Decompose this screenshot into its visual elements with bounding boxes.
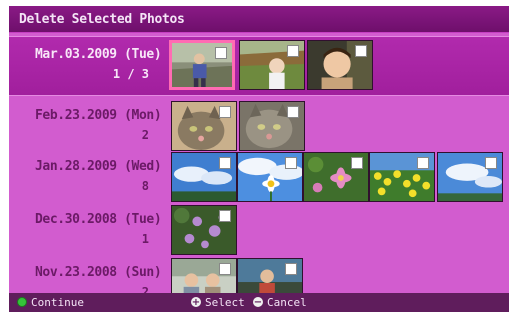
photo-thumbnail-child-blue-jacket[interactable] (169, 40, 235, 90)
select-checkbox[interactable] (215, 47, 227, 59)
select-hint[interactable]: Select (191, 293, 245, 312)
select-checkbox[interactable] (287, 45, 299, 57)
row-date: Dec.30.2008 (Tue) (35, 212, 162, 227)
cancel-hint[interactable]: Cancel (253, 293, 307, 312)
cancel-label: Cancel (267, 296, 307, 309)
row-date: Feb.23.2009 (Mon) (35, 108, 162, 123)
select-checkbox[interactable] (285, 263, 297, 275)
photo-thumbnail-sky-clouds-2[interactable] (437, 152, 503, 202)
delete-photos-screen: Delete Selected Photos Mar.03.2009 (Tue)… (9, 6, 509, 312)
date-label-group: Mar.03.2009 (Tue) 1 / 3 (9, 37, 169, 95)
continue-hint[interactable]: Continue (17, 293, 84, 312)
photo-thumbnail-cat-1[interactable] (171, 101, 237, 151)
green-button-icon (17, 297, 27, 307)
row-count: 2 (141, 128, 149, 142)
row-date: Jan.28.2009 (Wed) (35, 159, 162, 174)
select-checkbox[interactable] (219, 263, 231, 275)
date-row-dec-30-2008[interactable]: Dec.30.2008 (Tue) 1 (9, 202, 509, 262)
select-checkbox[interactable] (219, 106, 231, 118)
date-row-jan-28-2009[interactable]: Jan.28.2009 (Wed) 8 (9, 149, 509, 209)
photo-thumbnail-pink-flowers[interactable] (303, 152, 369, 202)
row-count: 1 (141, 232, 149, 246)
date-row-mar-03-2009[interactable]: Mar.03.2009 (Tue) 1 / 3 (9, 36, 509, 96)
select-checkbox[interactable] (351, 157, 363, 169)
photo-thumbnail-cat-2[interactable] (239, 101, 305, 151)
select-checkbox[interactable] (485, 157, 497, 169)
select-checkbox[interactable] (287, 106, 299, 118)
photo-thumbnail-yellow-flowers[interactable] (369, 152, 435, 202)
photo-thumbnail-purple-flowers[interactable] (171, 205, 237, 255)
plus-button-icon (191, 293, 201, 312)
photo-thumbnail-sky-clouds[interactable] (171, 152, 237, 202)
photo-thumbnail-white-flower[interactable] (237, 152, 303, 202)
continue-label: Continue (31, 296, 84, 309)
photo-thumbnail-child-field[interactable] (239, 40, 305, 90)
screen-title: Delete Selected Photos (9, 6, 509, 33)
select-checkbox[interactable] (219, 210, 231, 222)
select-checkbox[interactable] (417, 157, 429, 169)
photo-thumbnail-child-portrait[interactable] (307, 40, 373, 90)
date-label-group: Jan.28.2009 (Wed) 8 (9, 149, 169, 209)
date-label-group: Dec.30.2008 (Tue) 1 (9, 202, 169, 262)
row-count: 1 / 3 (112, 67, 149, 81)
minus-button-icon (253, 293, 263, 312)
button-guide-bar: Continue Select Cancel (9, 293, 509, 312)
select-label: Select (205, 296, 245, 309)
row-date: Nov.23.2008 (Sun) (35, 265, 162, 280)
select-checkbox[interactable] (219, 157, 231, 169)
row-count: 8 (141, 179, 149, 193)
select-checkbox[interactable] (355, 45, 367, 57)
select-checkbox[interactable] (285, 157, 297, 169)
row-date: Mar.03.2009 (Tue) (35, 47, 162, 62)
